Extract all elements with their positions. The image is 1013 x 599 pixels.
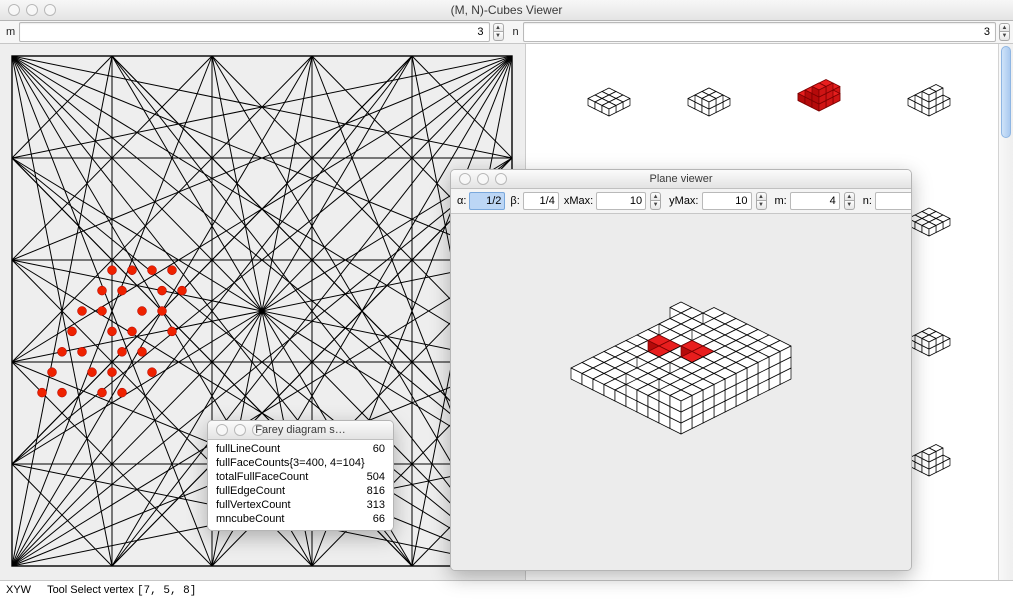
close-icon[interactable] — [216, 424, 228, 436]
chevron-up-icon[interactable]: ▲ — [650, 192, 661, 201]
xmax-label: xMax: — [560, 195, 595, 207]
status-tool: Tool Select vertex [7, 5, 8] — [47, 584, 196, 597]
plane-m-input[interactable] — [790, 192, 840, 210]
plane-viewer-toolbar: α: β: xMax: ▲ ▼ yMax: ▲ ▼ m: ▲ ▼ n: — [451, 189, 911, 214]
zoom-icon[interactable] — [495, 173, 507, 185]
plane-viewer-panel[interactable]: Plane viewer α: β: xMax: ▲ ▼ yMax: ▲ ▼ m… — [450, 169, 912, 571]
ymax-input[interactable] — [702, 192, 752, 210]
cube-thumb[interactable] — [889, 75, 969, 145]
beta-input[interactable] — [523, 192, 559, 210]
minimize-icon[interactable] — [26, 4, 38, 16]
stats-row: fullLineCount60 — [216, 442, 385, 456]
m-input[interactable] — [19, 22, 489, 42]
ymax-label: yMax: — [665, 195, 700, 207]
xmax-stepper[interactable]: ▲ ▼ — [650, 192, 661, 210]
stats-row: fullVertexCount313 — [216, 498, 385, 512]
window-controls[interactable] — [216, 424, 264, 436]
alpha-input[interactable] — [469, 192, 505, 210]
main-titlebar: (M, N)-Cubes Viewer — [0, 0, 1013, 21]
stats-row: fullEdgeCount816 — [216, 484, 385, 498]
main-toolbar: m ▲ ▼ n ▲ ▼ — [0, 21, 1013, 44]
cube-thumb[interactable] — [669, 75, 749, 145]
alpha-label: α: — [453, 195, 468, 207]
main-area: Farey diagram s… fullLineCount60fullFace… — [0, 44, 1013, 580]
n-label: n — [507, 26, 523, 38]
status-bar: XYW Tool Select vertex [7, 5, 8] — [0, 580, 1013, 599]
chevron-up-icon[interactable]: ▲ — [999, 23, 1010, 32]
chevron-up-icon[interactable]: ▲ — [493, 23, 504, 32]
plane-viewer-canvas[interactable] — [451, 214, 911, 571]
plane-m-label: m: — [771, 195, 789, 207]
chevron-down-icon[interactable]: ▼ — [844, 201, 855, 210]
stats-panel-titlebar[interactable]: Farey diagram s… — [208, 421, 393, 440]
beta-label: β: — [506, 195, 521, 207]
stats-row: fullFaceCounts{3=400, 4=104} — [216, 456, 385, 470]
zoom-icon[interactable] — [252, 424, 264, 436]
plane-viewer-title: Plane viewer — [451, 173, 911, 185]
stats-row: mncubeCount66 — [216, 512, 385, 526]
minimize-icon[interactable] — [234, 424, 246, 436]
scrollbar-thumb[interactable] — [1001, 46, 1011, 138]
zoom-icon[interactable] — [44, 4, 56, 16]
xmax-input[interactable] — [596, 192, 646, 210]
chevron-down-icon[interactable]: ▼ — [756, 201, 767, 210]
vertical-scrollbar[interactable] — [998, 44, 1013, 580]
chevron-down-icon[interactable]: ▼ — [650, 201, 661, 210]
window-controls[interactable] — [8, 4, 56, 16]
chevron-down-icon[interactable]: ▼ — [999, 32, 1010, 41]
plane-m-stepper[interactable]: ▲ ▼ — [844, 192, 855, 210]
status-mode: XYW — [6, 584, 31, 596]
cube-thumb[interactable] — [569, 75, 649, 145]
stats-panel[interactable]: Farey diagram s… fullLineCount60fullFace… — [207, 420, 394, 531]
n-input[interactable] — [523, 22, 996, 42]
m-stepper[interactable]: ▲ ▼ — [493, 23, 504, 41]
stats-panel-body: fullLineCount60fullFaceCounts{3=400, 4=1… — [208, 440, 393, 530]
chevron-down-icon[interactable]: ▼ — [493, 32, 504, 41]
minimize-icon[interactable] — [477, 173, 489, 185]
plane-n-input[interactable] — [875, 192, 912, 210]
n-stepper[interactable]: ▲ ▼ — [999, 23, 1010, 41]
chevron-up-icon[interactable]: ▲ — [756, 192, 767, 201]
stats-row: totalFullFaceCount504 — [216, 470, 385, 484]
close-icon[interactable] — [459, 173, 471, 185]
ymax-stepper[interactable]: ▲ ▼ — [756, 192, 767, 210]
cube-thumb[interactable] — [779, 70, 859, 140]
m-label: m — [0, 26, 19, 38]
window-title: (M, N)-Cubes Viewer — [0, 3, 1013, 17]
chevron-up-icon[interactable]: ▲ — [844, 192, 855, 201]
window-controls[interactable] — [459, 173, 507, 185]
close-icon[interactable] — [8, 4, 20, 16]
plane-viewer-titlebar[interactable]: Plane viewer — [451, 170, 911, 189]
plane-n-label: n: — [859, 195, 874, 207]
